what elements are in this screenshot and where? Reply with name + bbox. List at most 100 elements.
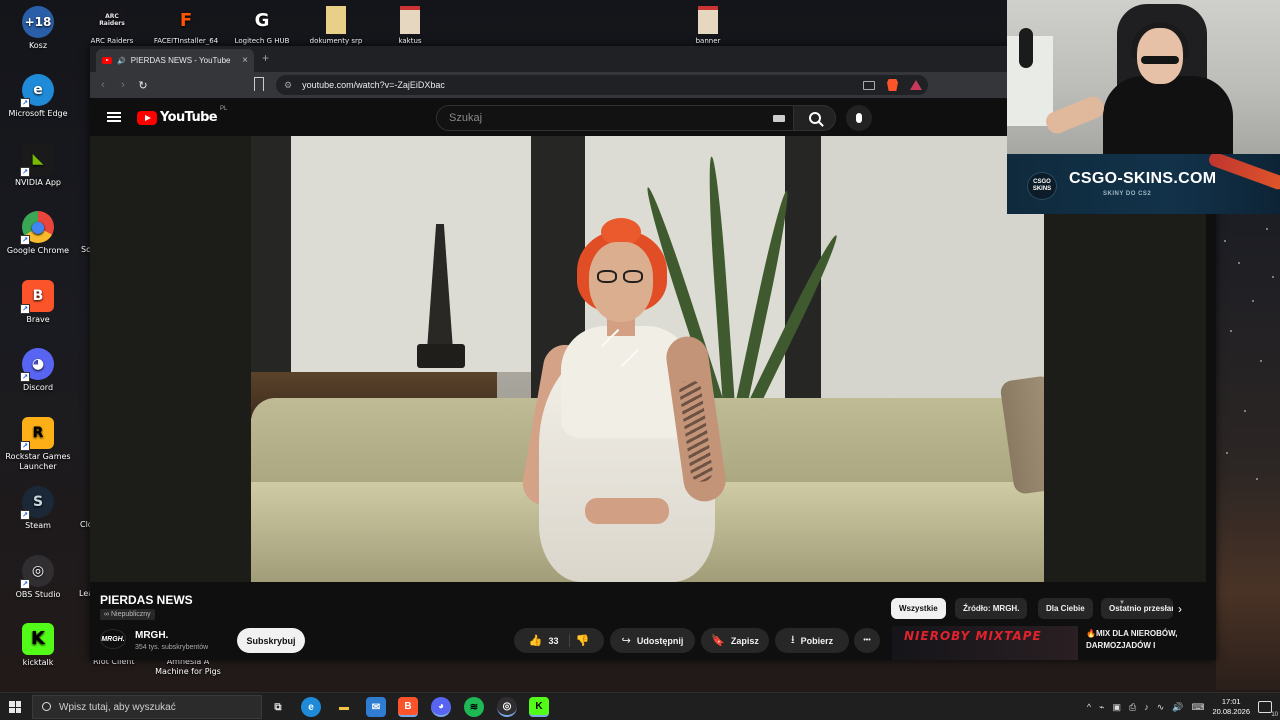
- desktop-icon-faceit[interactable]: F FACEITInstaller_64: [150, 6, 222, 46]
- taskbar-discord[interactable]: ◕: [431, 697, 451, 717]
- video-letterbox-left: [90, 136, 251, 582]
- tray-mic-icon[interactable]: ♪: [1144, 702, 1149, 712]
- address-bar[interactable]: ⚙ youtube.com/watch?v=-ZajEiDXbac: [276, 75, 928, 95]
- desktop-icon-label: kicktalk: [22, 658, 54, 667]
- search-placeholder: Szukaj: [449, 112, 483, 124]
- desktop-icon-steam[interactable]: S ↗ Steam: [0, 486, 76, 531]
- microphone-icon: [856, 113, 862, 123]
- desktop-icon-brave[interactable]: B ↗ Brave: [0, 280, 76, 325]
- taskbar-obs[interactable]: ◎: [497, 697, 517, 717]
- notifications-button[interactable]: 10: [1258, 701, 1278, 718]
- search-input[interactable]: Szukaj: [436, 105, 794, 131]
- channel-avatar[interactable]: MRGH.: [100, 629, 126, 649]
- sponsor-title: CSGO-SKINS.COM: [1069, 170, 1217, 187]
- youtube-wordmark: YouTube: [160, 110, 218, 125]
- cast-icon[interactable]: [863, 80, 875, 90]
- taskbar-kicktalk[interactable]: K: [529, 697, 549, 717]
- desktop-icon-kaktus[interactable]: kaktus: [374, 6, 446, 45]
- desktop-icon-kicktalk[interactable]: K kicktalk: [0, 623, 76, 668]
- desktop-icon-label: NVIDIA App: [15, 178, 61, 187]
- taskbar-search-input[interactable]: Wpisz tutaj, aby wyszukać: [32, 695, 262, 719]
- chip-all[interactable]: Wszystkie: [891, 598, 946, 619]
- taskbar-file-explorer[interactable]: ▬: [334, 697, 354, 717]
- download-button[interactable]: ⭳ Pobierz: [775, 628, 849, 653]
- scroll-down-icon[interactable]: ▼: [1119, 600, 1125, 606]
- like-count: 33: [548, 635, 559, 646]
- shortcut-arrow-icon: ↗: [20, 98, 30, 108]
- recommended-thumbnail[interactable]: NIEROBY MIXTAPE: [892, 626, 1078, 660]
- taskbar-spotify[interactable]: ≋: [464, 697, 484, 717]
- network-icon[interactable]: ∿: [1157, 702, 1165, 713]
- task-view-button[interactable]: ⧉: [268, 697, 288, 717]
- search-button[interactable]: [794, 105, 836, 131]
- youtube-play-icon: [137, 110, 157, 125]
- chip-recently-uploaded[interactable]: Ostatnio przesłane: [1101, 598, 1173, 619]
- taskbar-clock[interactable]: 17:01 20.08.2026: [1212, 697, 1250, 717]
- tray-app-icon[interactable]: ⌁: [1099, 702, 1104, 713]
- tab-close-icon[interactable]: ×: [242, 55, 248, 66]
- desktop-icon-label: FACEITInstaller_64: [153, 37, 219, 45]
- voice-search-button[interactable]: [846, 105, 872, 131]
- channel-name[interactable]: MRGH.: [135, 630, 168, 641]
- desktop-icon-obs[interactable]: ◎ ↗ OBS Studio: [0, 555, 76, 600]
- obs-icon: ◎: [502, 700, 512, 712]
- subscribe-button[interactable]: Subskrybuj: [237, 628, 305, 653]
- desktop-icon-discord[interactable]: ◕ ↗ Discord: [0, 348, 76, 393]
- dislike-button[interactable]: 👎: [576, 634, 590, 647]
- desktop-icon-edge[interactable]: e ↗ Microsoft Edge: [0, 74, 76, 119]
- desktop-icon-label: Google Chrome: [6, 246, 70, 255]
- desktop-icon-arc-raiders[interactable]: ARC Raiders ARC Raiders: [76, 6, 148, 45]
- keyboard-layout-icon[interactable]: ⌨: [1191, 702, 1204, 713]
- desktop-icon-rockstar[interactable]: R ↗ Rockstar Games Launcher: [0, 417, 76, 472]
- recommended-title[interactable]: 🔥MIX DLA NIEROBÓW, DARMOZJADÓW I NIEROBA…: [1086, 628, 1196, 652]
- taskbar: Wpisz tutaj, aby wyszukać ⧉ e ▬ ✉ B ◕ ≋ …: [0, 692, 1280, 720]
- taskbar-brave[interactable]: B: [398, 697, 418, 717]
- tray-overflow-icon[interactable]: ^: [1087, 702, 1091, 712]
- new-tab-button[interactable]: +: [262, 51, 269, 65]
- tray-app-icon[interactable]: ▣: [1112, 702, 1121, 713]
- share-button[interactable]: ↪ Udostępnij: [610, 628, 695, 653]
- desktop-icon-label: Logitech G HUB: [234, 37, 290, 45]
- save-button[interactable]: 🔖 Zapisz: [701, 628, 769, 653]
- site-info-icon[interactable]: ⚙: [284, 80, 292, 91]
- shortcut-arrow-icon: ↗: [20, 167, 30, 177]
- desktop-icon-banner[interactable]: banner: [672, 6, 744, 45]
- shortcut-arrow-icon: ↗: [20, 304, 30, 314]
- desktop-icon-chrome[interactable]: ● ↗ Google Chrome: [0, 211, 76, 256]
- desktop-icon-label: ARC Raiders: [90, 37, 134, 45]
- desktop-icon-label: Steam: [25, 521, 51, 530]
- more-actions-button[interactable]: •••: [854, 628, 880, 653]
- tab-audio-icon[interactable]: 🔊: [117, 57, 126, 65]
- desktop-icon-kosz[interactable]: +18 Kosz: [0, 6, 76, 51]
- like-button[interactable]: 👍 33: [529, 634, 570, 647]
- bookmark-icon[interactable]: [254, 77, 264, 91]
- tray-app-icon[interactable]: ⎙: [1129, 702, 1136, 713]
- forward-button[interactable]: ›: [113, 79, 133, 91]
- menu-icon[interactable]: [107, 112, 121, 122]
- shortcut-arrow-icon: ↗: [20, 235, 30, 245]
- region-code: PL: [220, 106, 228, 112]
- chip-from-channel[interactable]: Źródło: MRGH.: [955, 598, 1028, 619]
- desktop-icon-dokumenty[interactable]: dokumenty srp: [300, 6, 372, 45]
- desktop-icon-amnesia[interactable]: Amnesia A Machine for Pigs: [150, 657, 226, 677]
- youtube-logo[interactable]: YouTube PL: [137, 106, 227, 125]
- tab-youtube[interactable]: 🔊 PIERDAS NEWS - YouTube ×: [96, 49, 254, 72]
- brave-shields-icon[interactable]: [887, 79, 898, 91]
- desktop-icon-logitech[interactable]: G Logitech G HUB: [226, 6, 298, 46]
- webcam-overlay: [1007, 0, 1280, 154]
- chips-next-icon[interactable]: ›: [1172, 598, 1188, 619]
- chrome-icon: ● ↗: [20, 211, 54, 245]
- folder-icon: ▬: [339, 701, 349, 713]
- keyboard-icon[interactable]: [773, 115, 785, 122]
- start-button[interactable]: [9, 701, 21, 713]
- taskbar-mail[interactable]: ✉: [366, 697, 386, 717]
- reload-button[interactable]: ↻: [133, 79, 153, 92]
- brave-rewards-icon[interactable]: [910, 80, 922, 90]
- share-label: Udostępnij: [636, 635, 684, 646]
- taskbar-edge[interactable]: e: [301, 697, 321, 717]
- kicktalk-icon: K: [535, 700, 543, 712]
- back-button[interactable]: ‹: [93, 79, 113, 91]
- volume-icon[interactable]: 🔊: [1172, 702, 1183, 713]
- desktop-icon-nvidia[interactable]: ◣ ↗ NVIDIA App: [0, 143, 76, 188]
- chip-for-you[interactable]: Dla Ciebie: [1038, 598, 1093, 619]
